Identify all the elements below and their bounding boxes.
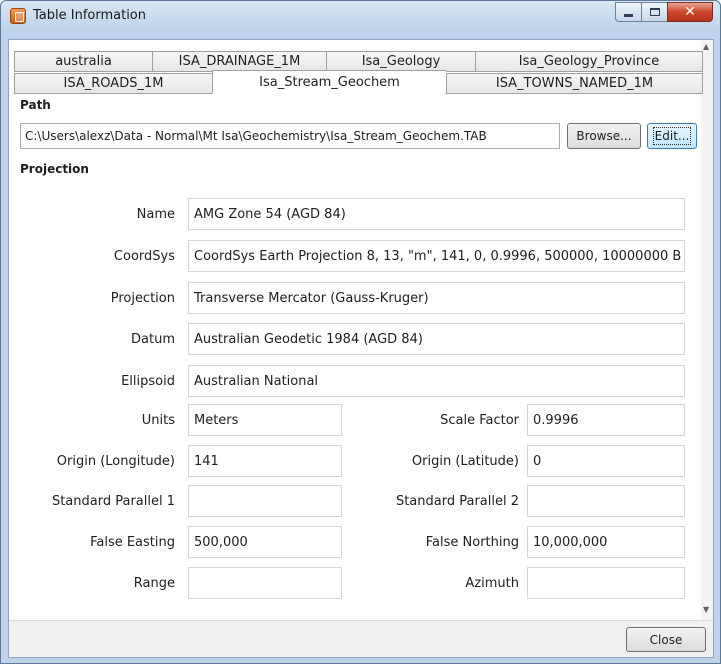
units-label: Units [141,413,175,428]
name-field[interactable]: AMG Zone 54 (AGD 84) [188,198,685,230]
standard-parallel-2-field[interactable] [527,485,685,517]
tab-isa-towns-named-1m[interactable]: ISA_TOWNS_NAMED_1M [446,73,703,94]
button-bar: Close [9,620,713,657]
scroll-up-icon[interactable]: ▲ [703,42,709,51]
origin-latitude-label: Origin (Latitude) [411,454,519,469]
window-title: Table Information [33,8,147,23]
maximize-icon [649,8,660,16]
origin-longitude-label: Origin (Longitude) [56,454,175,469]
window-close-button[interactable]: ✕ [667,2,713,22]
range-label: Range [133,576,175,591]
units-field[interactable]: Meters [188,404,342,436]
origin-latitude-field[interactable]: 0 [527,445,685,477]
coordsys-field[interactable]: CoordSys Earth Projection 8, 13, "m", 14… [188,240,685,272]
tab-isa-stream-geochem[interactable]: Isa_Stream_Geochem [212,70,446,94]
origin-longitude-field[interactable]: 141 [188,445,342,477]
path-field[interactable]: C:\Users\alexz\Data - Normal\Mt Isa\Geoc… [20,123,560,149]
tab-isa-drainage-1m[interactable]: ISA_DRAINAGE_1M [152,51,326,72]
datum-field[interactable]: Australian Geodetic 1984 (AGD 84) [188,323,685,355]
scale-factor-label: Scale Factor [440,413,519,428]
scroll-content: australia ISA_DRAINAGE_1M Isa_Geology Is… [9,40,703,620]
minimize-button[interactable] [615,2,641,22]
close-icon: ✕ [684,4,696,20]
range-field[interactable] [188,567,342,599]
ellipsoid-field[interactable]: Australian National [188,365,685,397]
path-heading: Path [20,98,51,112]
close-button-label: Close [649,632,683,647]
window-controls: ✕ [615,2,713,22]
standard-parallel-1-field[interactable] [188,485,342,517]
datum-label: Datum [131,332,175,347]
browse-button-label: Browse... [576,129,632,143]
coordsys-label: CoordSys [113,249,175,264]
tab-row-1: australia ISA_DRAINAGE_1M Isa_Geology Is… [14,51,703,72]
false-easting-label: False Easting [90,535,175,550]
tab-australia[interactable]: australia [14,51,152,72]
edit-button[interactable]: Edit... [647,123,697,149]
maximize-button[interactable] [641,2,667,22]
projection-label: Projection [110,291,175,306]
close-button[interactable]: Close [626,627,706,652]
table-information-window: Table Information ✕ ▲ ▼ australia ISA_DR… [0,0,721,664]
scroll-down-icon[interactable]: ▼ [703,605,709,614]
browse-button[interactable]: Browse... [567,123,641,149]
edit-button-label: Edit... [652,127,692,145]
scale-factor-field[interactable]: 0.9996 [527,404,685,436]
false-northing-field[interactable]: 10,000,000 [527,526,685,558]
azimuth-label: Azimuth [465,576,519,591]
dialog-body: ▲ ▼ australia ISA_DRAINAGE_1M Isa_Geolog… [8,39,714,658]
title-bar[interactable]: Table Information ✕ [1,1,720,31]
tab-isa-roads-1m[interactable]: ISA_ROADS_1M [14,73,212,94]
name-label: Name [136,207,175,222]
false-northing-label: False Northing [425,535,519,550]
ellipsoid-label: Ellipsoid [121,374,175,389]
false-easting-field[interactable]: 500,000 [188,526,342,558]
minimize-icon [624,13,633,17]
tab-isa-geology-province[interactable]: Isa_Geology_Province [475,51,703,72]
azimuth-field[interactable] [527,567,685,599]
standard-parallel-2-label: Standard Parallel 2 [395,494,519,509]
projection-field[interactable]: Transverse Mercator (Gauss-Kruger) [188,282,685,314]
tab-isa-geology[interactable]: Isa_Geology [326,51,475,72]
tab-row-2: ISA_ROADS_1M Isa_Stream_Geochem ISA_TOWN… [14,70,703,94]
app-icon [10,8,26,24]
standard-parallel-1-label: Standard Parallel 1 [51,494,175,509]
projection-heading: Projection [20,162,89,176]
